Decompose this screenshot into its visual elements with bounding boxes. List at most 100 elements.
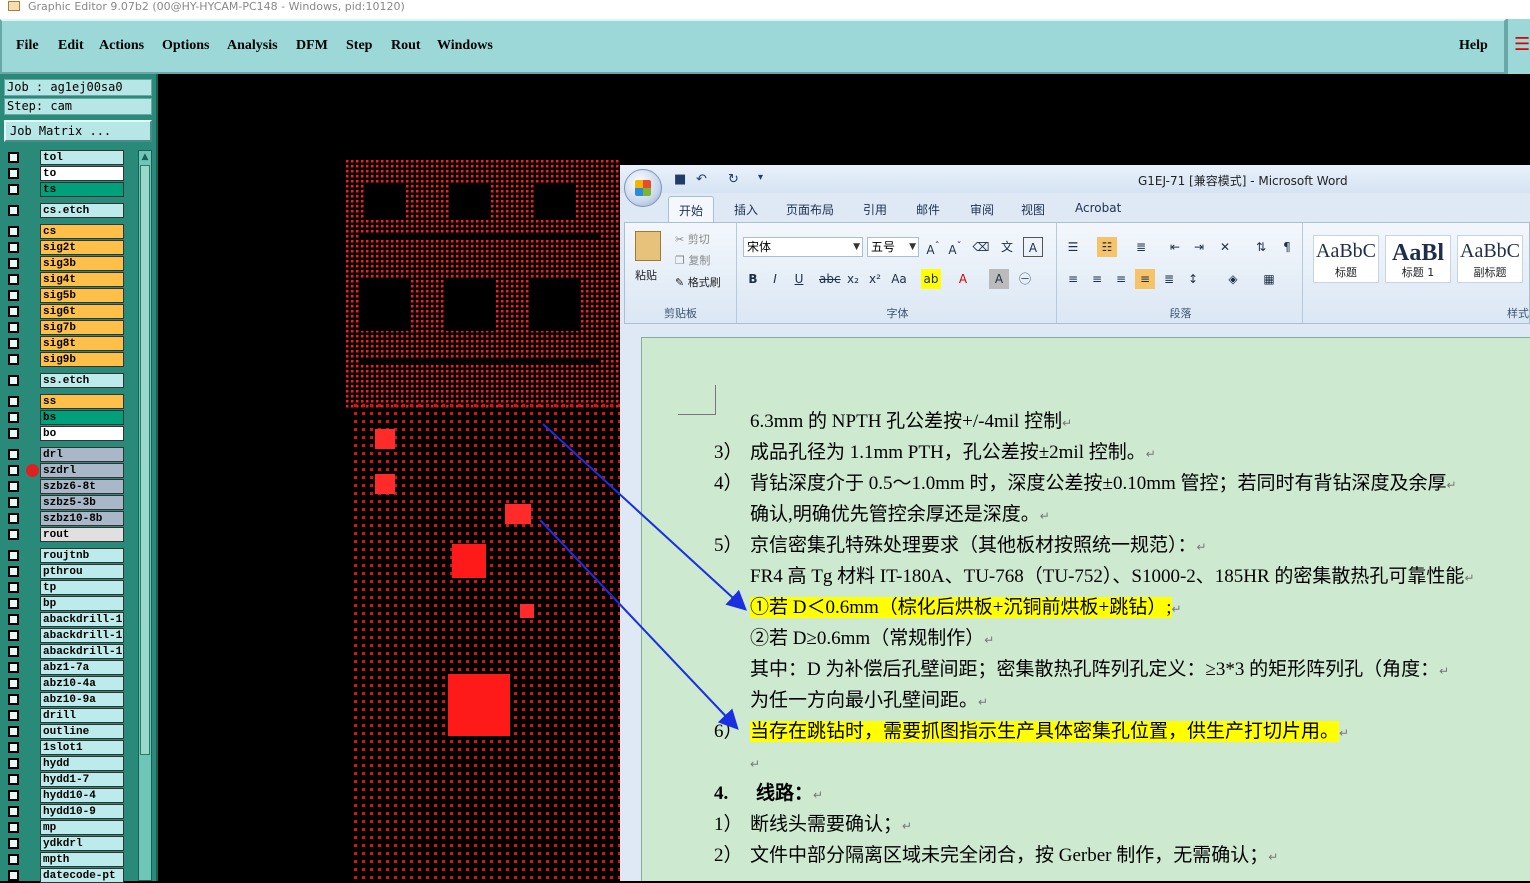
phonetic-guide-icon[interactable]: 文 [997, 237, 1017, 257]
layer-name[interactable]: bp [40, 596, 124, 611]
layer-checkbox[interactable] [8, 354, 19, 365]
document-page[interactable]: 6.3mm 的 NPTH 孔公差按+/-4mil 控制↵ 3） 成品孔径为 1.1m… [641, 337, 1530, 881]
qat-dropdown-icon[interactable]: ▾ [758, 172, 763, 183]
tab-view[interactable]: 视图 [1021, 201, 1045, 218]
distribute-icon[interactable]: ≣ [1159, 269, 1179, 289]
layer-name[interactable]: szbz10-8b [40, 511, 124, 526]
font-name-select[interactable]: 宋体 ▼ [743, 237, 863, 257]
layer-checkbox[interactable] [8, 822, 19, 833]
layer-checkbox[interactable] [8, 694, 19, 705]
layer-name[interactable]: szbz6-8t [40, 479, 124, 494]
layer-row-ss.etch[interactable]: ss.etch [6, 373, 126, 388]
shading-icon[interactable]: ◈ [1223, 269, 1243, 289]
strikethrough-icon[interactable]: abc [819, 269, 841, 289]
layer-row-sig2t[interactable]: sig2t [6, 240, 126, 255]
layer-row-pthrou[interactable]: pthrou [6, 564, 126, 579]
clear-format-icon[interactable]: ⌫ [971, 237, 991, 257]
align-center-icon[interactable]: ≡ [1087, 269, 1107, 289]
char-border-icon[interactable]: A [1023, 237, 1043, 257]
cut-button[interactable]: ✂ 剪切 [675, 231, 710, 247]
scroll-thumb[interactable] [140, 165, 150, 755]
layer-row-sig9b[interactable]: sig9b [6, 352, 126, 367]
layer-row-cs.etch[interactable]: cs.etch [6, 203, 126, 218]
menu-step[interactable]: Step [346, 38, 372, 54]
layer-row-tol[interactable]: tol [6, 150, 126, 165]
subscript-icon[interactable]: x₂ [843, 269, 863, 289]
layer-row-abackdrill-1[interactable]: abackdrill-1 [6, 644, 126, 659]
asian-layout-icon[interactable]: ✕ [1215, 237, 1235, 257]
bold-icon[interactable]: B [743, 269, 763, 289]
toolbar-icon[interactable]: ☰ [1514, 33, 1530, 57]
layer-checkbox[interactable] [8, 205, 19, 216]
layer-row-abz10-9a[interactable]: abz10-9a [6, 692, 126, 707]
graphic-canvas[interactable] [160, 74, 620, 881]
layer-row-tp[interactable]: tp [6, 580, 126, 595]
layer-checkbox[interactable] [8, 566, 19, 577]
enclose-char-icon[interactable]: ㊀ [1015, 269, 1035, 289]
layer-name[interactable]: abackdrill-1 [40, 628, 124, 643]
layer-row-hydd10-4[interactable]: hydd10-4 [6, 788, 126, 803]
layer-name[interactable]: sig4t [40, 272, 124, 287]
layer-name[interactable]: szbz5-3b [40, 495, 124, 510]
layer-checkbox[interactable] [8, 226, 19, 237]
layer-checkbox[interactable] [8, 338, 19, 349]
menu-rout[interactable]: Rout [391, 38, 421, 54]
layer-row-bs[interactable]: bs [6, 410, 126, 425]
layer-name[interactable]: tp [40, 580, 124, 595]
layer-row-drl[interactable]: drl [6, 447, 126, 462]
layer-checkbox[interactable] [8, 396, 19, 407]
layer-row-ydkdrl[interactable]: ydkdrl [6, 836, 126, 851]
layer-row-sig4t[interactable]: sig4t [6, 272, 126, 287]
layer-row-cs[interactable]: cs [6, 224, 126, 239]
layer-row-hydd10-9[interactable]: hydd10-9 [6, 804, 126, 819]
layer-name[interactable]: cs [40, 224, 124, 239]
sort-icon[interactable]: ⇅ [1251, 237, 1271, 257]
tab-references[interactable]: 引用 [863, 201, 887, 218]
highlight-icon[interactable]: ab [921, 269, 941, 289]
borders-icon[interactable]: ▦ [1259, 269, 1279, 289]
scroll-up-icon[interactable]: ▲ [140, 151, 150, 163]
italic-icon[interactable]: I [765, 269, 785, 289]
layer-name[interactable]: abackdrill-1 [40, 612, 124, 627]
layer-name[interactable]: abackdrill-1 [40, 644, 124, 659]
underline-icon[interactable]: U [789, 269, 809, 289]
layer-name[interactable]: sig3b [40, 256, 124, 271]
layer-row-abackdrill-1[interactable]: abackdrill-1 [6, 628, 126, 643]
increase-indent-icon[interactable]: ⇥ [1189, 237, 1209, 257]
layer-name[interactable]: mp [40, 820, 124, 835]
menu-actions[interactable]: Actions [99, 38, 144, 54]
layer-name[interactable]: sig6t [40, 304, 124, 319]
char-shading-icon[interactable]: A [989, 269, 1009, 289]
layer-name[interactable]: pthrou [40, 564, 124, 579]
layer-checkbox[interactable] [8, 258, 19, 269]
show-marks-icon[interactable]: ¶ [1277, 237, 1297, 257]
justify-icon[interactable]: ≡ [1135, 269, 1155, 289]
layer-checkbox[interactable] [8, 630, 19, 641]
layer-row-abackdrill-1[interactable]: abackdrill-1 [6, 612, 126, 627]
layer-row-bp[interactable]: bp [6, 596, 126, 611]
layer-row-abz10-4a[interactable]: abz10-4a [6, 676, 126, 691]
menu-windows[interactable]: Windows [437, 38, 493, 54]
layer-row-drill[interactable]: drill [6, 708, 126, 723]
layer-row-sig7b[interactable]: sig7b [6, 320, 126, 335]
layer-row-sig6t[interactable]: sig6t [6, 304, 126, 319]
layer-checkbox[interactable] [8, 678, 19, 689]
layer-name[interactable]: tol [40, 150, 124, 165]
layer-row-sig3b[interactable]: sig3b [6, 256, 126, 271]
layer-row-outline[interactable]: outline [6, 724, 126, 739]
layer-checkbox[interactable] [8, 497, 19, 508]
layer-checkbox[interactable] [8, 710, 19, 721]
copy-button[interactable]: ❐ 复制 [675, 252, 710, 268]
layer-checkbox[interactable] [8, 614, 19, 625]
layer-row-szbz5-3b[interactable]: szbz5-3b [6, 495, 126, 510]
paste-button[interactable]: 粘贴 [635, 267, 657, 283]
layer-checkbox[interactable] [8, 598, 19, 609]
layer-checkbox[interactable] [8, 449, 19, 460]
layer-checkbox[interactable] [8, 152, 19, 163]
layer-checkbox[interactable] [8, 726, 19, 737]
layer-name[interactable]: outline [40, 724, 124, 739]
menu-analysis[interactable]: Analysis [227, 38, 278, 54]
format-painter-button[interactable]: ✎ 格式刷 [675, 274, 721, 290]
bullets-icon[interactable]: ☰ [1063, 237, 1083, 257]
layer-row-szbz10-8b[interactable]: szbz10-8b [6, 511, 126, 526]
